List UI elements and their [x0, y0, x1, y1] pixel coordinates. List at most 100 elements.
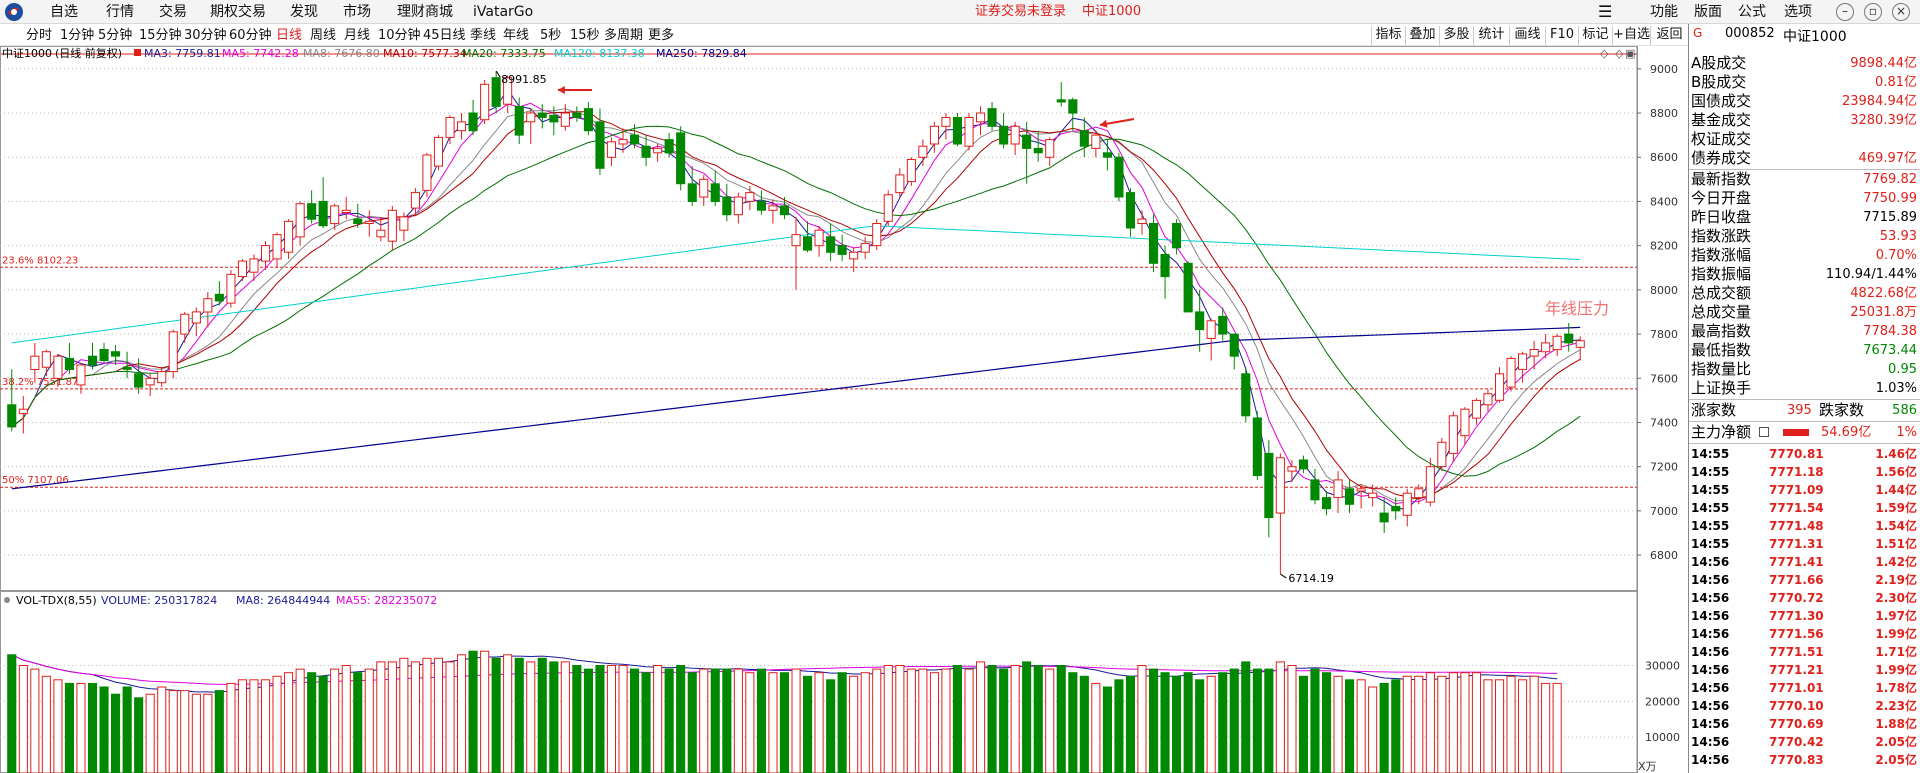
tick-amount: 2.05亿: [1875, 735, 1917, 749]
breadth-row: 涨家数 395 跌家数 586: [1689, 401, 1920, 420]
tick-amount: 1.71亿: [1875, 645, 1917, 659]
period-tab-8[interactable]: 月线: [344, 25, 370, 46]
period-tab-14[interactable]: 15秒: [570, 25, 600, 46]
tick-price: 7770.42: [1769, 735, 1824, 749]
volume-bar-47: [549, 661, 559, 773]
menu-3[interactable]: 期权交易: [210, 0, 266, 24]
period-tab-15[interactable]: 多周期: [604, 25, 643, 46]
menu-6[interactable]: 理财商城: [397, 0, 453, 24]
ma-line-250: [11, 326, 1581, 490]
volume-bar-41: [480, 650, 490, 773]
tool-button-3[interactable]: 统计: [1473, 26, 1509, 45]
tick-amount: 1.99亿: [1875, 663, 1917, 677]
fib-label-2: 50% 7107.06: [2, 475, 69, 486]
main-flow-row: 主力净额 54.69亿 1%: [1689, 423, 1920, 442]
tool-button-4[interactable]: 画线: [1509, 26, 1545, 45]
period-tab-3[interactable]: 15分钟: [139, 25, 182, 46]
volume-bar-2: [30, 668, 40, 773]
candle-71: [826, 223, 836, 262]
volume-bar-29: [341, 665, 351, 773]
candle-1: [18, 395, 28, 434]
volume-bar-54: [630, 668, 640, 773]
index-row-10: 指数量比 0.95: [1689, 360, 1920, 379]
tool-button-0[interactable]: 指标: [1371, 26, 1405, 45]
volume-bar-125: [1448, 672, 1458, 773]
volume-bar-21: [249, 679, 259, 773]
tool-button-1[interactable]: 叠加: [1405, 26, 1439, 45]
market-label-3: 基金成交: [1691, 111, 1752, 129]
volume-bar-48: [560, 661, 570, 773]
tool-button-2[interactable]: 多股: [1439, 26, 1473, 45]
period-tab-10[interactable]: 45日线: [423, 25, 466, 46]
candle-31: [364, 210, 374, 237]
restore-icon[interactable]: ▫: [1864, 3, 1882, 21]
close-icon[interactable]: ×: [1892, 3, 1910, 21]
vol-legend-name: VOL-TDX(8,55): [16, 594, 97, 607]
menu-0[interactable]: 自选: [50, 0, 78, 24]
tick-time: 14:56: [1691, 645, 1730, 659]
period-tab-5[interactable]: 60分钟: [229, 25, 272, 46]
period-tab-1[interactable]: 1分钟: [60, 25, 94, 46]
menu-2[interactable]: 交易: [159, 0, 187, 24]
menu-1[interactable]: 行情: [106, 0, 134, 24]
menu-formula[interactable]: 公式: [1738, 0, 1766, 24]
candle-99: [1149, 214, 1159, 273]
index-label-6: 总成交额: [1691, 284, 1752, 302]
candle-69: [803, 221, 813, 253]
candle-86: [999, 113, 1009, 149]
menu-5[interactable]: 市场: [343, 0, 371, 24]
period-tab-4[interactable]: 30分钟: [184, 25, 227, 46]
tool-button-7[interactable]: +自选: [1612, 26, 1650, 45]
candle-91: [1056, 82, 1066, 107]
index-row-7: 总成交量 25031.8万: [1689, 303, 1920, 322]
volume-bar-22: [261, 679, 271, 773]
volume-bar-119: [1379, 682, 1389, 773]
tick-price: 7770.10: [1769, 699, 1824, 713]
tick-amount: 1.78亿: [1875, 681, 1917, 695]
candle-87: [1010, 121, 1020, 156]
volume-bar-71: [826, 679, 836, 773]
volume-bar-120: [1391, 679, 1401, 773]
volume-bar-109: [1264, 668, 1274, 773]
menu-function[interactable]: 功能: [1650, 0, 1678, 24]
volume-bar-52: [606, 665, 617, 773]
period-tab-9[interactable]: 10分钟: [378, 25, 421, 46]
period-tab-0[interactable]: 分时: [26, 25, 52, 46]
tool-button-5[interactable]: F10: [1545, 26, 1578, 45]
volume-bar-123: [1425, 672, 1435, 773]
tick-time: 14:56: [1691, 717, 1730, 731]
minimize-icon[interactable]: –: [1836, 3, 1854, 21]
index-row-5: 指数振幅 110.94/1.44%: [1689, 265, 1920, 284]
volume-bar-121: [1402, 675, 1412, 773]
menu-options[interactable]: 选项: [1784, 0, 1812, 24]
price-tick-label-1: 7000: [1650, 505, 1678, 518]
period-tab-7[interactable]: 周线: [310, 25, 336, 46]
tool-button-8[interactable]: 返回: [1650, 26, 1688, 45]
candle-16: [191, 307, 201, 337]
tick-amount: 1.59亿: [1875, 501, 1917, 515]
hamburger-icon[interactable]: ☰: [1598, 0, 1612, 24]
menu-layout[interactable]: 版面: [1694, 0, 1722, 24]
trade-login-status[interactable]: 证券交易未登录: [975, 0, 1066, 24]
period-tab-6[interactable]: 日线: [276, 25, 302, 46]
volume-bar-17: [203, 693, 213, 773]
period-tab-2[interactable]: 5分钟: [98, 25, 132, 46]
price-tick-label-11: 9000: [1650, 63, 1678, 76]
volume-bar-132: [1529, 675, 1539, 773]
period-tab-13[interactable]: 5秒: [540, 25, 561, 46]
tool-button-6[interactable]: 标记: [1578, 26, 1612, 45]
candle-109: [1264, 440, 1274, 538]
volume-bar-67: [779, 672, 790, 773]
volume-bar-12: [145, 693, 155, 773]
period-tab-16[interactable]: 更多: [648, 25, 674, 46]
price-tick-label-2: 7200: [1650, 461, 1678, 474]
period-tab-12[interactable]: 年线: [503, 25, 529, 46]
menu-4[interactable]: 发现: [290, 0, 318, 24]
menu-7[interactable]: iVatarGo: [473, 0, 533, 24]
candle-70: [814, 225, 824, 257]
kline-chart[interactable]: 23.6% 8102.2338.2% 7551.8750% 7107.06 68…: [0, 46, 1688, 773]
volume-bar-36: [422, 657, 432, 773]
vol-legend-ma8: MA8: 264844944: [236, 594, 330, 607]
period-tab-11[interactable]: 季线: [470, 25, 496, 46]
volume-bar-23: [272, 675, 282, 773]
